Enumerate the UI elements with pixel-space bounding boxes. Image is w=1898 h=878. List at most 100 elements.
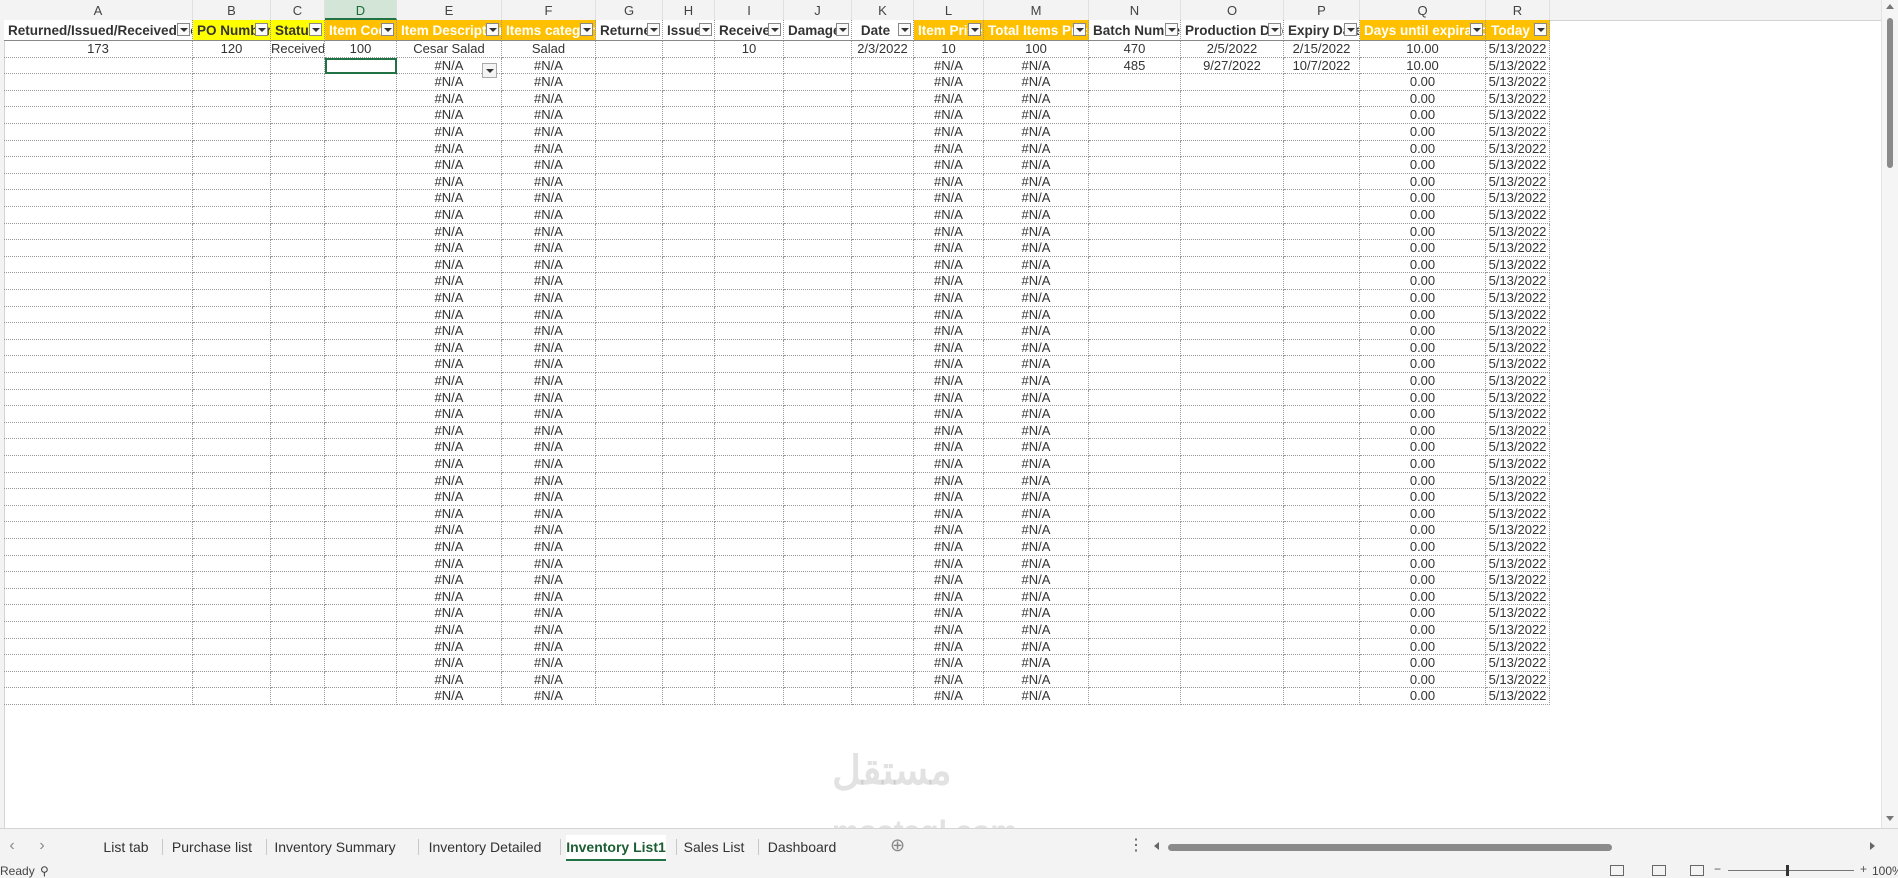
table-cell[interactable] <box>1181 588 1284 606</box>
table-cell[interactable] <box>852 389 914 407</box>
table-cell[interactable] <box>784 373 852 390</box>
table-cell[interactable] <box>784 74 852 91</box>
table-cell[interactable]: #N/A <box>397 422 502 440</box>
table-cell[interactable] <box>271 339 325 357</box>
table-cell[interactable] <box>325 190 397 207</box>
table-cell[interactable]: #N/A <box>914 389 984 407</box>
table-cell[interactable] <box>325 456 397 473</box>
table-cell[interactable] <box>1284 688 1360 705</box>
table-cell[interactable] <box>4 140 193 158</box>
table-cell[interactable]: 100 <box>325 41 397 58</box>
column-letter-c[interactable]: C <box>271 0 325 20</box>
table-cell[interactable] <box>325 273 397 290</box>
table-cell[interactable]: #N/A <box>914 638 984 656</box>
table-cell[interactable] <box>784 472 852 490</box>
table-cell[interactable] <box>852 572 914 589</box>
table-cell[interactable] <box>325 306 397 324</box>
table-cell[interactable]: #N/A <box>397 671 502 689</box>
table-cell[interactable] <box>4 74 193 91</box>
table-cell[interactable]: 0.00 <box>1360 356 1486 373</box>
table-cell[interactable]: 2/3/2022 <box>852 41 914 58</box>
table-cell[interactable]: 0.00 <box>1360 456 1486 473</box>
table-cell[interactable]: #N/A <box>502 671 596 689</box>
table-cell[interactable]: #N/A <box>984 638 1089 656</box>
table-cell[interactable]: 0.00 <box>1360 422 1486 440</box>
table-cell[interactable] <box>271 173 325 191</box>
table-cell[interactable] <box>193 240 271 257</box>
table-cell[interactable]: #N/A <box>914 339 984 357</box>
table-cell[interactable] <box>193 389 271 407</box>
table-cell[interactable] <box>715 207 784 224</box>
table-cell[interactable] <box>1089 505 1181 523</box>
header-cell[interactable]: Status <box>271 20 325 41</box>
column-letter-r[interactable]: R <box>1486 0 1550 20</box>
table-cell[interactable] <box>1181 472 1284 490</box>
table-cell[interactable] <box>325 74 397 91</box>
table-cell[interactable] <box>1181 256 1284 274</box>
table-cell[interactable] <box>1089 539 1181 556</box>
table-cell[interactable] <box>852 290 914 307</box>
table-cell[interactable]: #N/A <box>914 90 984 108</box>
header-cell[interactable]: Damaged <box>784 20 852 41</box>
table-cell[interactable]: 0.00 <box>1360 588 1486 606</box>
table-cell[interactable] <box>1089 422 1181 440</box>
table-cell[interactable]: 2/15/2022 <box>1284 41 1360 58</box>
filter-dropdown-icon[interactable] <box>1534 23 1547 36</box>
table-cell[interactable] <box>596 356 663 373</box>
table-cell[interactable] <box>1181 323 1284 340</box>
table-cell[interactable] <box>1181 522 1284 539</box>
table-cell[interactable] <box>1089 323 1181 340</box>
table-cell[interactable] <box>852 439 914 456</box>
table-cell[interactable]: #N/A <box>984 439 1089 456</box>
table-cell[interactable]: 5/13/2022 <box>1486 688 1550 705</box>
table-cell[interactable] <box>1181 655 1284 672</box>
table-cell[interactable] <box>784 638 852 656</box>
table-cell[interactable] <box>4 505 193 523</box>
table-cell[interactable] <box>852 688 914 705</box>
table-cell[interactable]: 10.00 <box>1360 57 1486 75</box>
table-cell[interactable] <box>193 74 271 91</box>
table-cell[interactable]: #N/A <box>984 555 1089 573</box>
header-cell[interactable]: Item Code <box>325 20 397 41</box>
table-cell[interactable]: #N/A <box>914 57 984 75</box>
table-cell[interactable] <box>193 456 271 473</box>
table-cell[interactable] <box>663 505 715 523</box>
table-cell[interactable] <box>193 223 271 241</box>
filter-dropdown-icon[interactable] <box>768 23 781 36</box>
table-cell[interactable] <box>596 207 663 224</box>
table-cell[interactable] <box>852 256 914 274</box>
table-cell[interactable]: #N/A <box>984 456 1089 473</box>
column-letter-n[interactable]: N <box>1089 0 1181 20</box>
table-cell[interactable] <box>193 489 271 506</box>
table-cell[interactable]: #N/A <box>502 190 596 207</box>
table-cell[interactable] <box>596 688 663 705</box>
header-cell[interactable]: Production Date <box>1181 20 1284 41</box>
table-cell[interactable] <box>663 107 715 124</box>
table-cell[interactable]: #N/A <box>984 522 1089 539</box>
table-cell[interactable]: 0.00 <box>1360 323 1486 340</box>
table-cell[interactable] <box>1181 688 1284 705</box>
table-cell[interactable] <box>271 638 325 656</box>
table-cell[interactable]: 9/27/2022 <box>1181 57 1284 75</box>
table-cell[interactable] <box>596 489 663 506</box>
table-cell[interactable] <box>596 323 663 340</box>
table-cell[interactable] <box>1284 439 1360 456</box>
vertical-scroll-thumb[interactable] <box>1887 18 1893 168</box>
table-cell[interactable] <box>784 140 852 158</box>
table-cell[interactable] <box>1284 522 1360 539</box>
table-cell[interactable] <box>4 223 193 241</box>
table-cell[interactable]: #N/A <box>397 505 502 523</box>
table-cell[interactable] <box>596 57 663 75</box>
table-cell[interactable] <box>663 74 715 91</box>
table-cell[interactable]: 5/13/2022 <box>1486 655 1550 672</box>
table-cell[interactable]: #N/A <box>502 57 596 75</box>
table-cell[interactable] <box>193 124 271 141</box>
table-cell[interactable]: 0.00 <box>1360 140 1486 158</box>
table-cell[interactable]: #N/A <box>984 240 1089 257</box>
table-cell[interactable]: 0.00 <box>1360 273 1486 290</box>
table-cell[interactable]: #N/A <box>502 124 596 141</box>
table-cell[interactable] <box>1181 306 1284 324</box>
table-cell[interactable] <box>4 522 193 539</box>
table-cell[interactable] <box>784 273 852 290</box>
table-cell[interactable] <box>1181 140 1284 158</box>
